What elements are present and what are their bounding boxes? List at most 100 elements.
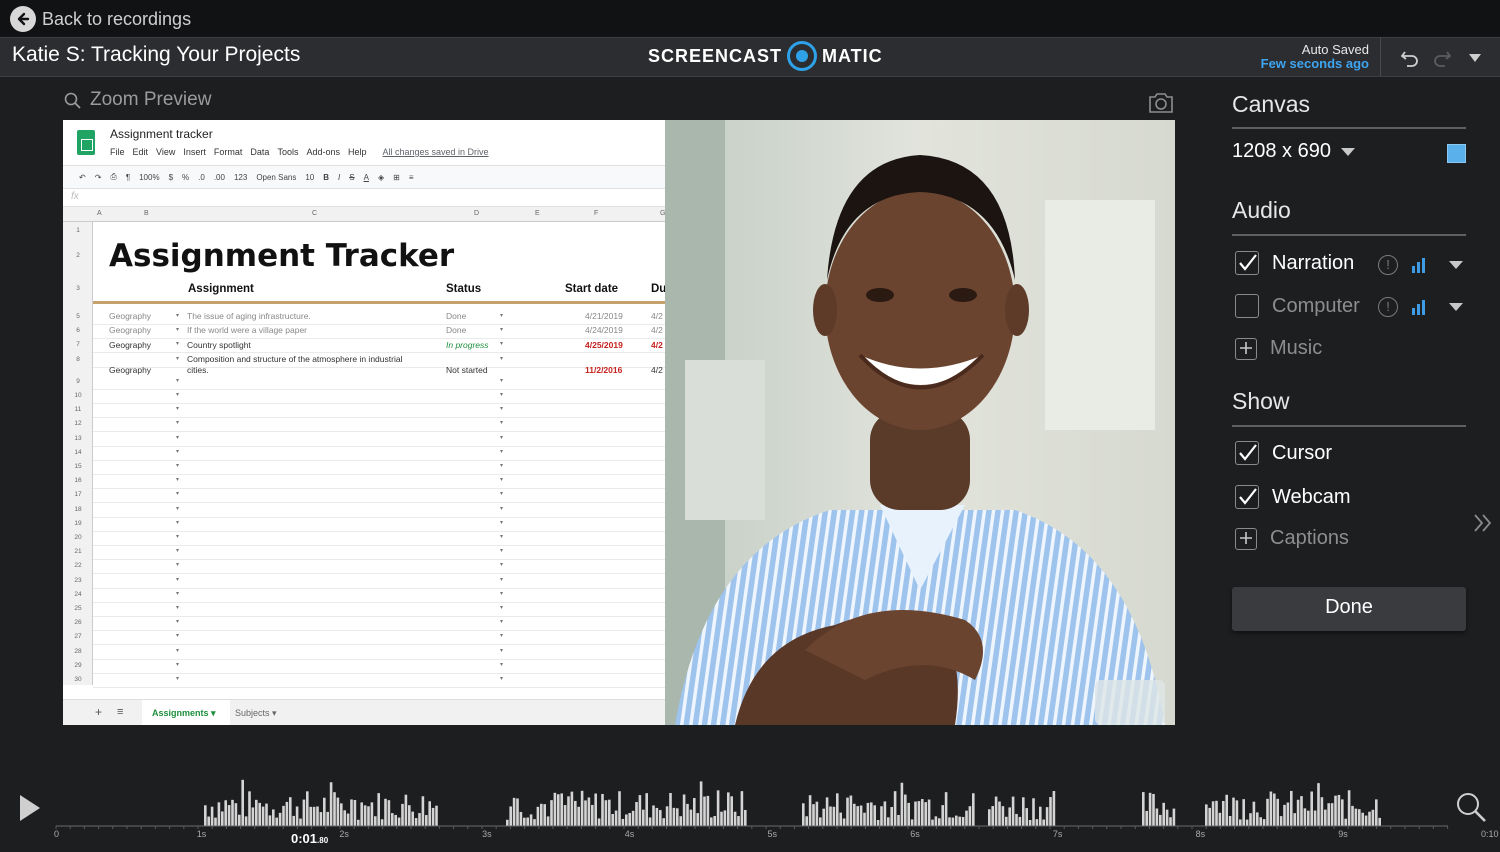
header-status: Status <box>446 283 482 295</box>
waveform-bar <box>1239 819 1242 826</box>
row-number: 10 <box>74 392 82 399</box>
decimal-increase: .00 <box>213 172 225 182</box>
cursor-checkbox[interactable] <box>1235 441 1259 465</box>
waveform-bar <box>941 805 944 826</box>
header-assignment: Assignment <box>188 283 254 295</box>
waveform-bar <box>1001 806 1005 826</box>
waveform-bar <box>251 807 255 826</box>
webcam-toggle[interactable]: Webcam <box>1235 485 1351 509</box>
grid-line <box>93 687 666 688</box>
waveform-bar <box>853 803 856 826</box>
narration-toggle[interactable]: Narration <box>1235 251 1354 275</box>
row-number: 7 <box>76 341 80 349</box>
cell-start-date: 4/25/2019 <box>585 340 623 350</box>
top-bar: Back to recordings <box>0 0 1500 37</box>
add-music-button[interactable]: Music <box>1235 337 1322 360</box>
waveform-bar <box>1273 793 1276 826</box>
grid-line <box>93 672 666 674</box>
computer-audio-checkbox[interactable] <box>1235 294 1259 318</box>
waveform-bar <box>890 807 893 826</box>
recording-preview[interactable]: Assignment tracker File Edit View Insert… <box>63 120 1175 725</box>
cell-dropdown-icon: ▾ <box>176 392 180 398</box>
waveform-bar <box>655 807 659 826</box>
waveform-bar <box>204 805 207 826</box>
warning-icon[interactable]: ! <box>1378 297 1398 317</box>
webcam-overlay[interactable] <box>665 120 1175 725</box>
waveform-bar <box>618 791 621 826</box>
waveform-bar <box>1042 819 1045 826</box>
collapse-panel-icon[interactable] <box>1472 512 1494 534</box>
back-to-recordings-button[interactable]: Back to recordings <box>10 6 191 32</box>
chevron-down-icon[interactable] <box>1448 260 1464 270</box>
percent-format: % <box>182 172 190 182</box>
waveform-bar <box>523 817 526 826</box>
zoom-preview-button[interactable]: Zoom Preview <box>64 89 211 111</box>
warning-icon[interactable]: ! <box>1378 255 1398 275</box>
waveform-bar <box>880 806 883 826</box>
audio-waveform[interactable] <box>0 755 1500 852</box>
waveform-bar <box>316 806 319 826</box>
cell-dropdown-icon: ▾ <box>500 605 504 611</box>
waveform-bar <box>914 801 917 826</box>
narration-checkbox[interactable] <box>1235 251 1259 275</box>
waveform-bar <box>904 794 907 826</box>
cell-dropdown-icon: ▾ <box>500 491 504 498</box>
zoom-value: 100% <box>139 172 160 182</box>
timeline[interactable]: 0 1s 2s 3s 4s 5s 6s 7s 8s 9s 0:10 0:01.80 <box>0 755 1500 852</box>
waveform-bar <box>563 805 567 826</box>
undo-icon[interactable] <box>1399 47 1421 69</box>
font-name: Open Sans <box>256 172 297 182</box>
cell-due: 4/2 <box>651 311 663 321</box>
canvas-size-dropdown[interactable]: 1208 x 690 <box>1232 140 1355 163</box>
grid-line <box>93 658 666 660</box>
cursor-toggle[interactable]: Cursor <box>1235 441 1332 465</box>
waveform-bar <box>870 802 873 826</box>
waveform-bar <box>1256 812 1259 826</box>
audio-level-icon[interactable] <box>1411 257 1429 273</box>
cell-subject: Geography <box>109 340 152 350</box>
add-captions-button[interactable]: Captions <box>1235 527 1349 550</box>
waveform-bar <box>391 813 394 826</box>
menu-dropdown-icon[interactable] <box>1467 51 1489 73</box>
chevron-down-icon[interactable] <box>1448 302 1464 312</box>
waveform-bar <box>550 800 553 826</box>
row-number: 16 <box>74 477 82 485</box>
audio-level-icon[interactable] <box>1411 299 1429 315</box>
waveform-bar <box>1249 813 1252 826</box>
waveform-bar <box>822 808 825 826</box>
waveform-bar <box>910 819 914 826</box>
cell-dropdown-icon: ▾ <box>176 477 180 484</box>
cell-dropdown-icon: ▾ <box>176 313 180 319</box>
font-size: 10 <box>305 172 315 182</box>
camera-icon[interactable] <box>1147 91 1175 120</box>
cell-dropdown-icon: ▾ <box>176 576 180 583</box>
strikethrough-icon: S <box>349 172 355 182</box>
row-number: 22 <box>74 562 82 570</box>
waveform-bar <box>1242 799 1245 826</box>
column-header: E <box>535 210 540 217</box>
checkmark-icon <box>1239 444 1257 461</box>
done-button[interactable]: Done <box>1232 587 1466 631</box>
waveform-bar <box>1028 819 1032 826</box>
waveform-bar <box>1005 816 1008 826</box>
waveform-bar <box>805 816 808 826</box>
waveform-bar <box>574 800 577 826</box>
zoom-icon[interactable] <box>1455 791 1487 823</box>
row-number: 3 <box>76 285 80 292</box>
tick-label: 0:10 <box>1481 829 1499 839</box>
cell-dropdown-icon: ▾ <box>500 619 504 626</box>
waveform-bar <box>380 819 384 826</box>
computer-audio-toggle[interactable]: Computer <box>1235 294 1360 318</box>
redo-icon[interactable] <box>1431 47 1453 69</box>
waveform-bar <box>241 779 244 826</box>
waveform-bar <box>1303 808 1307 826</box>
waveform-bar <box>1169 817 1172 826</box>
waveform-bar <box>679 816 682 826</box>
waveform-bar <box>1337 794 1341 826</box>
waveform-bar <box>1145 810 1148 826</box>
playhead-fraction: .80 <box>317 836 329 845</box>
webcam-checkbox[interactable] <box>1235 485 1259 509</box>
sheet-tab-bar: + ≡ Assignments ▾ Subjects ▾ <box>63 699 666 725</box>
canvas-color-swatch[interactable] <box>1447 144 1466 163</box>
recording-title[interactable]: Katie S: Tracking Your Projects <box>12 43 300 67</box>
